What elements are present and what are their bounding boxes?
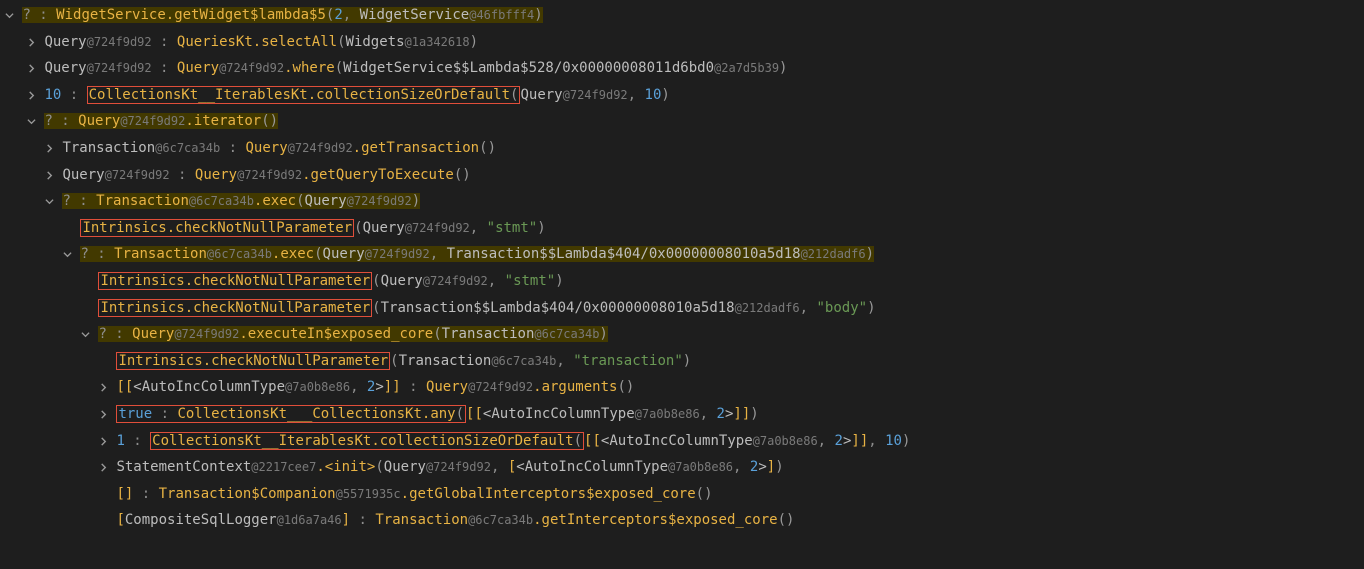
- trace-row: [] : Transaction$Companion@5571935c.getG…: [4, 481, 1360, 508]
- string-literal: "transaction": [573, 353, 683, 369]
- object-hash: @46fbfff4: [469, 8, 534, 22]
- chevron-right-icon[interactable]: [98, 401, 108, 428]
- trace-row: Transaction@6c7ca34b : Query@724f9d92.ge…: [4, 135, 1360, 162]
- class-name: WidgetService: [56, 7, 166, 23]
- return-value: [[: [116, 379, 133, 395]
- highlighted-call: Intrinsics.checkNotNullParameter: [98, 299, 372, 317]
- string-literal: "stmt": [505, 273, 556, 289]
- method-name: executeIn$exposed_core: [248, 326, 433, 342]
- trace-row: 10 : CollectionsKt__IterablesKt.collecti…: [4, 82, 1360, 109]
- trace-row: ? : Transaction@6c7ca34b.exec(Query@724f…: [4, 241, 1360, 268]
- chevron-down-icon[interactable]: [62, 241, 72, 268]
- method-name: where: [293, 60, 335, 76]
- trace-row: ? : Transaction@6c7ca34b.exec(Query@724f…: [4, 188, 1360, 215]
- chevron-down-icon[interactable]: [80, 321, 90, 348]
- return-value: true: [118, 406, 152, 422]
- return-value: 1: [116, 433, 124, 449]
- trace-row: ? : WidgetService.getWidget$lambda$5(2, …: [4, 2, 1360, 29]
- spacer: [98, 348, 108, 375]
- chevron-right-icon[interactable]: [26, 55, 36, 82]
- return-value: []: [116, 486, 133, 502]
- chevron-right-icon[interactable]: [98, 428, 108, 455]
- trace-row: StatementContext@2217cee7.<init>(Query@7…: [4, 454, 1360, 481]
- method-name: selectAll: [261, 34, 337, 50]
- return-value: [: [116, 512, 124, 528]
- chevron-right-icon[interactable]: [98, 374, 108, 401]
- trace-row: Intrinsics.checkNotNullParameter(Transac…: [4, 348, 1360, 375]
- chevron-down-icon[interactable]: [26, 108, 36, 135]
- method-name: <init>: [325, 459, 376, 475]
- return-value: Query: [62, 167, 104, 183]
- chevron-right-icon[interactable]: [26, 29, 36, 56]
- class-name: QueriesKt: [177, 34, 253, 50]
- spacer: [80, 268, 90, 295]
- method-name: getTransaction: [361, 140, 479, 156]
- return-value: Query: [44, 34, 86, 50]
- spacer: [80, 295, 90, 322]
- spacer: [62, 215, 72, 242]
- method-name: iterator: [194, 113, 261, 129]
- highlighted-call: CollectionsKt__IterablesKt.collectionSiz…: [87, 86, 521, 104]
- return-value: Query: [44, 60, 86, 76]
- arg-ref: WidgetService: [360, 7, 470, 23]
- spacer: [98, 481, 108, 508]
- chevron-down-icon[interactable]: [44, 188, 54, 215]
- method-name: getQueryToExecute: [311, 167, 454, 183]
- chevron-right-icon[interactable]: [44, 135, 54, 162]
- highlighted-call: CollectionsKt__IterablesKt.collectionSiz…: [150, 432, 584, 450]
- method-name: exec: [280, 246, 314, 262]
- return-value: 10: [44, 87, 61, 103]
- trace-row: [CompositeSqlLogger@1d6a7a46] : Transact…: [4, 507, 1360, 534]
- string-literal: "body": [817, 300, 868, 316]
- chevron-right-icon[interactable]: [98, 454, 108, 481]
- spacer: [98, 507, 108, 534]
- chevron-down-icon[interactable]: [4, 2, 14, 29]
- chevron-right-icon[interactable]: [26, 82, 36, 109]
- trace-row: Query@724f9d92 : Query@724f9d92.getQuery…: [4, 162, 1360, 189]
- highlighted-call: Intrinsics.checkNotNullParameter: [116, 352, 390, 370]
- highlighted-call: Intrinsics.checkNotNullParameter: [98, 272, 372, 290]
- trace-row: true : CollectionsKt___CollectionsKt.any…: [4, 401, 1360, 428]
- trace-row: Intrinsics.checkNotNullParameter(Query@7…: [4, 268, 1360, 295]
- trace-row: Query@724f9d92 : Query@724f9d92.where(Wi…: [4, 55, 1360, 82]
- chevron-right-icon[interactable]: [44, 162, 54, 189]
- trace-row: 1 : CollectionsKt__IterablesKt.collectio…: [4, 428, 1360, 455]
- trace-row: [[<AutoIncColumnType@7a0b8e86, 2>]] : Qu…: [4, 374, 1360, 401]
- return-value: StatementContext: [116, 459, 251, 475]
- method-name: getInterceptors$exposed_core: [542, 512, 778, 528]
- trace-row: Query@724f9d92 : QueriesKt.selectAll(Wid…: [4, 29, 1360, 56]
- method-name: arguments: [542, 379, 618, 395]
- method-name: exec: [262, 193, 296, 209]
- method-name: getWidget$lambda$5: [174, 7, 326, 23]
- method-name: getGlobalInterceptors$exposed_core: [409, 486, 696, 502]
- string-literal: "stmt": [487, 220, 538, 236]
- trace-row: ? : Query@724f9d92.executeIn$exposed_cor…: [4, 321, 1360, 348]
- return-value: ?: [22, 7, 30, 23]
- arg-literal: 2: [334, 7, 342, 23]
- return-value: Transaction: [62, 140, 155, 156]
- trace-row: Intrinsics.checkNotNullParameter(Transac…: [4, 295, 1360, 322]
- trace-row: Intrinsics.checkNotNullParameter(Query@7…: [4, 215, 1360, 242]
- highlighted-call: Intrinsics.checkNotNullParameter: [80, 219, 354, 237]
- method-name: CollectionsKt___CollectionsKt.any: [177, 406, 455, 422]
- trace-row: ? : Query@724f9d92.iterator(): [4, 108, 1360, 135]
